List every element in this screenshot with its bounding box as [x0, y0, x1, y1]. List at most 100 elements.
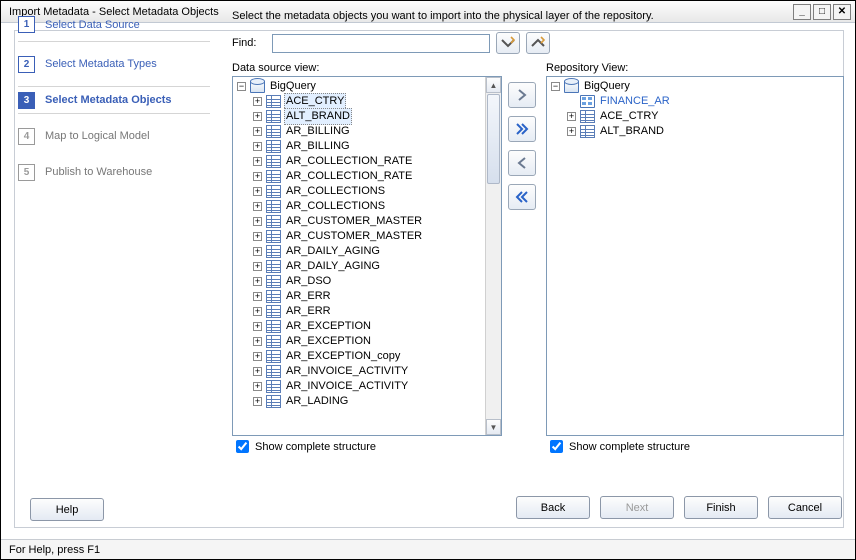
tree-item[interactable]: + ACE_CTRY: [549, 109, 843, 124]
tree-item[interactable]: + AR_COLLECTION_RATE: [235, 169, 501, 184]
expand-icon[interactable]: +: [253, 352, 262, 361]
tree-item[interactable]: + AR_BILLING: [235, 124, 501, 139]
tree-item[interactable]: +AR_ERR: [235, 289, 501, 304]
find-input[interactable]: [272, 34, 490, 53]
tree-item-label: AR_EXCEPTION: [284, 319, 373, 334]
expand-icon[interactable]: +: [253, 232, 262, 241]
expand-icon[interactable]: +: [253, 367, 262, 376]
tree-item-label: AR_DAILY_AGING: [284, 244, 382, 259]
tree-item[interactable]: +AR_COLLECTIONS: [235, 199, 501, 214]
table-icon: [266, 320, 281, 333]
tree-item[interactable]: +AR_DSO: [235, 274, 501, 289]
expand-icon[interactable]: +: [567, 127, 576, 136]
expand-icon[interactable]: +: [253, 112, 262, 121]
expand-icon[interactable]: +: [253, 202, 262, 211]
collapse-icon[interactable]: −: [551, 82, 560, 91]
tree-item-label: ACE_CTRY: [598, 109, 660, 124]
expand-icon[interactable]: +: [253, 247, 262, 256]
expand-icon[interactable]: +: [253, 397, 262, 406]
table-icon: [266, 380, 281, 393]
back-button[interactable]: Back: [516, 496, 590, 519]
show-complete-structure-left-checkbox[interactable]: [236, 440, 249, 453]
tree-item[interactable]: +AR_CUSTOMER_MASTER: [235, 214, 501, 229]
tree-item[interactable]: +AR_COLLECTIONS: [235, 184, 501, 199]
tree-item-label: AR_EXCEPTION_copy: [284, 349, 402, 364]
tree-item[interactable]: + AR_DAILY_AGING: [235, 244, 501, 259]
expand-icon[interactable]: +: [253, 307, 262, 316]
table-icon: [266, 155, 281, 168]
data-source-tree[interactable]: −BigQuery+ACE_CTRY+ALT_BRAND+AR_BILLING+…: [232, 76, 502, 436]
move-left-button[interactable]: [508, 150, 536, 176]
scroll-down-button[interactable]: ▼: [486, 419, 501, 435]
expand-icon[interactable]: +: [253, 322, 262, 331]
tree-root[interactable]: −BigQuery: [235, 79, 501, 94]
collapse-icon[interactable]: −: [237, 82, 246, 91]
tree-item[interactable]: +AR_INVOICE_ACTIVITY: [235, 379, 501, 394]
tree-item-label: AR_BILLING: [284, 124, 352, 139]
next-button: Next: [600, 496, 674, 519]
expand-icon[interactable]: +: [253, 142, 262, 151]
tree-item[interactable]: +AR_LADING: [235, 394, 501, 409]
database-icon: [564, 80, 579, 93]
expand-icon[interactable]: +: [567, 112, 576, 121]
tree-item[interactable]: +AR_COLLECTION_RATE: [235, 154, 501, 169]
tree-item[interactable]: +ACE_CTRY: [235, 94, 501, 109]
cancel-button[interactable]: Cancel: [768, 496, 842, 519]
finish-button[interactable]: Finish: [684, 496, 758, 519]
expand-icon[interactable]: +: [253, 217, 262, 226]
table-icon: [266, 230, 281, 243]
tree-item[interactable]: +AR_DAILY_AGING: [235, 259, 501, 274]
status-bar: For Help, press F1: [1, 539, 855, 559]
move-all-right-button[interactable]: [508, 116, 536, 142]
data-source-view-column: Data source view: −BigQuery+ACE_CTRY+ALT…: [232, 62, 502, 450]
move-right-button[interactable]: [508, 82, 536, 108]
step-label: Select Metadata Objects: [45, 94, 172, 106]
expand-icon[interactable]: +: [253, 382, 262, 391]
expand-icon[interactable]: +: [253, 127, 262, 136]
repository-tree[interactable]: −BigQueryFINANCE_AR + ACE_CTRY + ALT_BRAND: [546, 76, 844, 436]
step-select-metadata-objects[interactable]: 3 Select Metadata Objects: [18, 86, 210, 114]
expand-icon[interactable]: +: [253, 337, 262, 346]
tree-item[interactable]: +AR_INVOICE_ACTIVITY: [235, 364, 501, 379]
step-label: Select Metadata Types: [45, 58, 157, 70]
expand-icon[interactable]: +: [253, 187, 262, 196]
table-icon: [580, 110, 595, 123]
find-up-button[interactable]: [526, 32, 550, 54]
find-down-button[interactable]: [496, 32, 520, 54]
tree-item-label: AR_COLLECTION_RATE: [284, 169, 414, 184]
wizard-button-bar: Back Next Finish Cancel: [232, 496, 842, 519]
table-icon: [580, 125, 595, 138]
help-button[interactable]: Help: [30, 498, 104, 521]
expand-icon[interactable]: +: [253, 262, 262, 271]
tree-item[interactable]: + AR_ERR: [235, 304, 501, 319]
tree-item[interactable]: +AR_BILLING: [235, 139, 501, 154]
tree-root[interactable]: −BigQuery: [549, 79, 843, 94]
scrollbar[interactable]: ▲ ▼: [485, 77, 501, 435]
expand-icon[interactable]: +: [253, 292, 262, 301]
chevron-right-icon: [515, 88, 529, 102]
tree-item[interactable]: + AR_EXCEPTION: [235, 319, 501, 334]
table-icon: [266, 125, 281, 138]
tree-item[interactable]: + ALT_BRAND: [549, 124, 843, 139]
expand-icon[interactable]: +: [253, 97, 262, 106]
show-complete-structure-right-checkbox[interactable]: [550, 440, 563, 453]
scroll-up-button[interactable]: ▲: [486, 77, 501, 93]
tree-item-label: ALT_BRAND: [598, 124, 666, 139]
tree-item-label: AR_ERR: [284, 304, 333, 319]
show-complete-structure-right-label: Show complete structure: [569, 441, 690, 453]
tree-item[interactable]: +ALT_BRAND: [235, 109, 501, 124]
expand-icon[interactable]: +: [253, 277, 262, 286]
expand-icon[interactable]: +: [253, 157, 262, 166]
scroll-thumb[interactable]: [487, 94, 500, 184]
tree-item[interactable]: + AR_EXCEPTION_copy: [235, 349, 501, 364]
tree-item[interactable]: +AR_EXCEPTION: [235, 334, 501, 349]
step-label: Publish to Warehouse: [45, 166, 152, 178]
step-number: 2: [18, 56, 35, 73]
step-select-data-source[interactable]: 1 Select Data Source: [18, 14, 210, 42]
step-select-metadata-types[interactable]: 2 Select Metadata Types: [18, 50, 210, 78]
tree-item[interactable]: +AR_CUSTOMER_MASTER: [235, 229, 501, 244]
main-panel: Select the metadata objects you want to …: [220, 0, 856, 495]
tree-schema[interactable]: FINANCE_AR: [549, 94, 843, 109]
move-all-left-button[interactable]: [508, 184, 536, 210]
expand-icon[interactable]: +: [253, 172, 262, 181]
